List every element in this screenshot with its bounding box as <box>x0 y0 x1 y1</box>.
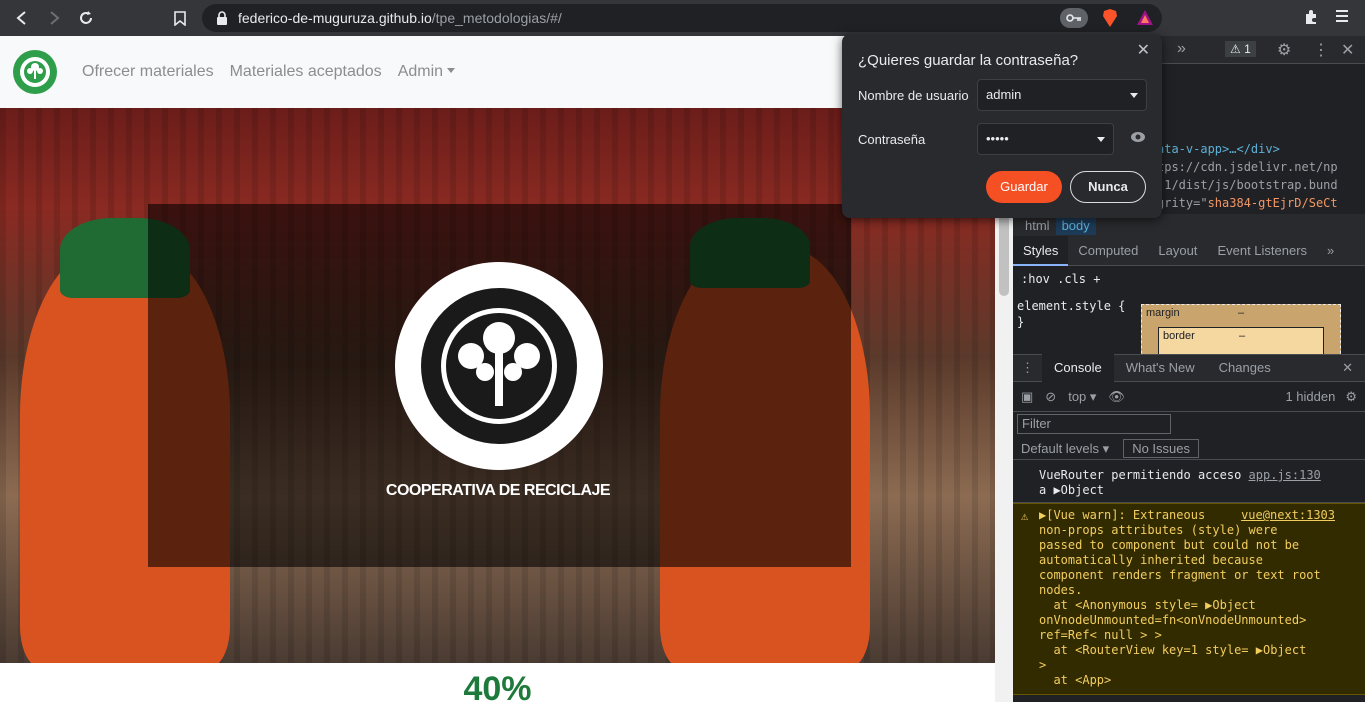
extensions-icon[interactable] <box>1303 9 1319 30</box>
console-warning: ⚠ vue@next:1303 ▶[Vue warn]: Extraneous … <box>1013 503 1365 695</box>
no-issues-button[interactable]: No Issues <box>1123 439 1199 458</box>
bookmark-icon <box>174 10 186 26</box>
log-levels-bar: Default levels ▾ No Issues <box>1013 438 1365 460</box>
hidden-count: 1 hidden <box>1285 389 1336 404</box>
dom-node-line[interactable]: ata-v-app>…</div> <box>1157 142 1280 156</box>
clear-console-icon[interactable]: ⊘ <box>1045 389 1056 405</box>
password-select[interactable]: ••••• <box>977 123 1114 155</box>
devtools-menu-icon[interactable]: ⋮ <box>1313 40 1329 60</box>
forward-button[interactable] <box>38 0 70 36</box>
console-source-link[interactable]: app.js:130 <box>1249 468 1321 482</box>
issues-warning-badge[interactable]: ⚠ 1 <box>1225 41 1256 57</box>
box-model-margin-label: margin <box>1146 307 1180 319</box>
username-select[interactable]: admin <box>977 79 1147 111</box>
tab-console[interactable]: Console <box>1042 354 1114 382</box>
stat-percent: 40% <box>463 670 532 702</box>
drawer-tabs: ⋮ Console What's New Changes ✕ <box>1013 354 1365 382</box>
brave-rewards-icon[interactable] <box>1136 9 1154 27</box>
dom-node-line[interactable]: .1/dist/js/bootstrap.bund <box>1157 178 1338 192</box>
console-message-text: VueRouter permitiendo acceso <box>1039 468 1242 482</box>
nav-admin-dropdown[interactable]: Admin <box>398 63 455 81</box>
console-warning-text: ▶[Vue warn]: Extraneous non-props attrib… <box>1039 508 1321 687</box>
sidebar-toggle-icon[interactable]: ▣ <box>1021 389 1033 405</box>
cooperative-logo-icon <box>395 262 603 470</box>
box-model-border-label: border <box>1163 330 1195 342</box>
tab-layout[interactable]: Layout <box>1148 236 1207 266</box>
save-password-dialog: ¿Quieres guardar la contraseña? ✕ Nombre… <box>842 34 1162 218</box>
address-bar[interactable]: federico-de-muguruza.github.io/tpe_metod… <box>202 4 1162 32</box>
nav-accepted-materials[interactable]: Materiales aceptados <box>230 63 382 81</box>
never-button[interactable]: Nunca <box>1070 171 1146 203</box>
drawer-menu-icon[interactable]: ⋮ <box>1013 354 1042 382</box>
forward-arrow-icon <box>50 11 60 25</box>
username-label: Nombre de usuario <box>858 88 969 103</box>
default-levels-dropdown[interactable]: Default levels ▾ <box>1021 441 1109 457</box>
console-message: VueRouter permitiendo acceso app.js:130 … <box>1013 466 1365 503</box>
lock-icon <box>217 11 227 25</box>
box-model-margin-value: – <box>1238 307 1245 319</box>
settings-gear-icon[interactable]: ⚙ <box>1277 40 1291 60</box>
reload-icon <box>80 11 92 24</box>
console-settings-icon[interactable]: ⚙ <box>1345 389 1357 405</box>
brave-shields-icon[interactable] <box>1102 9 1118 27</box>
tab-styles[interactable]: Styles <box>1013 235 1069 266</box>
dom-node-line[interactable]: grity="sha384-gtEjrD/SeCt <box>1157 196 1338 210</box>
breadcrumb-html[interactable]: html <box>1019 216 1056 235</box>
reload-button[interactable] <box>70 0 102 36</box>
dom-node-line[interactable]: tps://cdn.jsdelivr.net/np <box>1157 160 1338 174</box>
show-password-eye-icon[interactable] <box>1130 131 1146 143</box>
box-model-border-value: – <box>1239 330 1246 342</box>
breadcrumb-body[interactable]: body <box>1055 215 1096 235</box>
browser-toolbar: federico-de-muguruza.github.io/tpe_metod… <box>0 0 1365 36</box>
bookmark-button[interactable] <box>164 0 196 36</box>
close-icon[interactable]: ✕ <box>1137 40 1150 60</box>
console-log: VueRouter permitiendo acceso app.js:130 … <box>1013 466 1365 695</box>
styles-filter-row[interactable]: :hov .cls + <box>1013 266 1365 292</box>
nav-offer-materials[interactable]: Ofrecer materiales <box>82 63 214 81</box>
menu-icon[interactable] <box>1335 9 1349 28</box>
console-filter-input[interactable]: Filter <box>1017 414 1171 434</box>
element-style-rule[interactable]: element.style { } <box>1017 298 1125 330</box>
console-source-link[interactable]: vue@next:1303 <box>1241 508 1335 523</box>
more-tabs-icon[interactable]: » <box>1317 236 1344 266</box>
hero-title: COOPERATIVA DE RECICLAJE <box>385 482 611 499</box>
url-text: federico-de-muguruza.github.io/tpe_metod… <box>238 10 562 26</box>
save-button[interactable]: Guardar <box>986 171 1062 203</box>
brand-logo-icon[interactable] <box>12 49 58 95</box>
console-toolbar: ▣ ⊘ top ▾ 👁 1 hidden ⚙ <box>1013 382 1365 412</box>
more-tabs-icon[interactable]: » <box>1177 40 1186 58</box>
tab-changes[interactable]: Changes <box>1207 354 1283 382</box>
password-key-button[interactable] <box>1060 8 1088 28</box>
live-expression-eye-icon[interactable]: 👁 <box>1108 389 1125 405</box>
dialog-title: ¿Quieres guardar la contraseña? <box>858 52 1079 69</box>
styles-tabs: Styles Computed Layout Event Listeners » <box>1013 235 1365 266</box>
warning-icon: ⚠ <box>1021 509 1029 523</box>
styles-pane: :hov .cls + element.style { } margin – b… <box>1013 266 1365 367</box>
tab-whats-new[interactable]: What's New <box>1114 354 1207 382</box>
password-label: Contraseña <box>858 132 926 147</box>
tab-computed[interactable]: Computed <box>1068 236 1148 266</box>
key-icon <box>1066 14 1081 22</box>
console-object[interactable]: a ▶Object <box>1039 483 1104 497</box>
drawer-close-icon[interactable]: ✕ <box>1330 354 1365 382</box>
back-button[interactable] <box>6 0 38 36</box>
back-arrow-icon <box>16 11 26 25</box>
tab-event-listeners[interactable]: Event Listeners <box>1207 236 1317 266</box>
context-selector[interactable]: top ▾ <box>1068 389 1096 405</box>
devtools-close-icon[interactable]: ✕ <box>1341 40 1354 60</box>
